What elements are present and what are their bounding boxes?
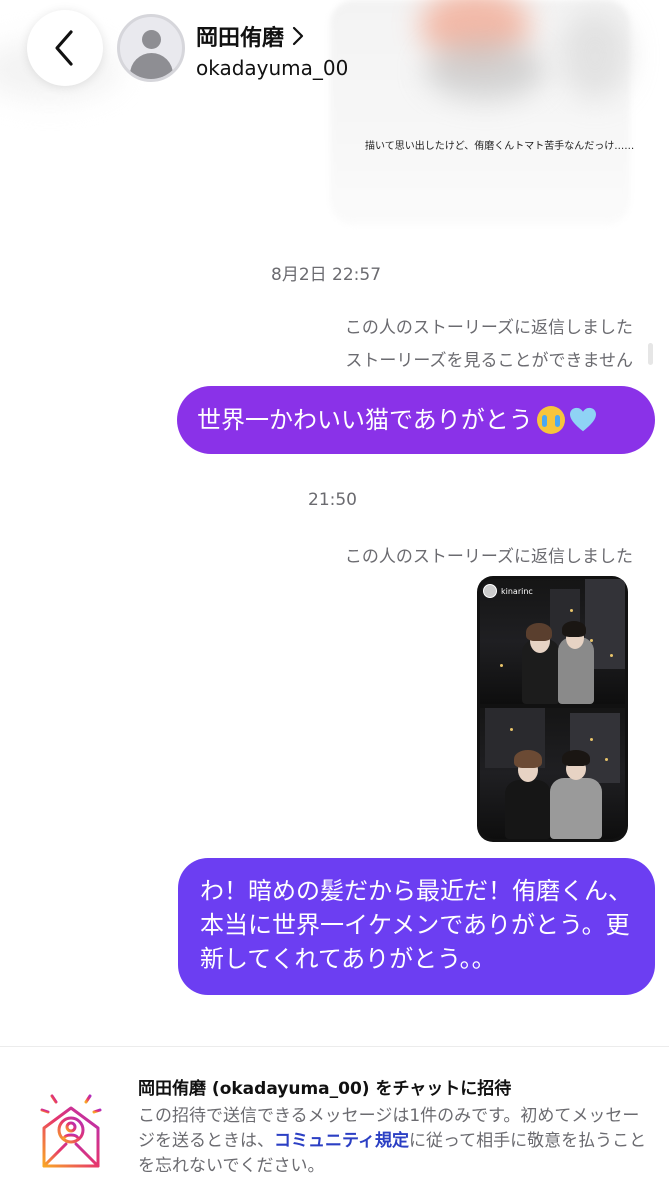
message-text: わ！暗めの髪だから最近だ！侑磨くん、本当に世界一イケメンでありがとう。更新してく…	[200, 877, 632, 973]
story-username: kinarinc	[501, 586, 533, 596]
story-photo	[480, 708, 625, 839]
avatar[interactable]	[117, 14, 185, 82]
profile-username: okadayuma_00	[196, 56, 349, 80]
profile-name-link[interactable]: 岡田侑磨	[196, 20, 304, 52]
profile-name: 岡田侑磨	[196, 26, 285, 51]
story-header: kinarinc	[483, 584, 533, 598]
message-text: 世界一かわいい猫でありがとう	[197, 406, 533, 434]
previous-story-blur-shape	[560, 10, 630, 100]
envelope-invite-icon	[40, 1088, 102, 1168]
previous-story-blur-shape	[425, 40, 545, 100]
message-bubble[interactable]: わ！暗めの髪だから最近だ！侑磨くん、本当に世界一イケメンでありがとう。更新してく…	[178, 858, 655, 995]
story-reply-note: この人のストーリーズに返信しました	[344, 318, 633, 338]
story-unavailable-note: ストーリーズを見ることができません	[345, 351, 633, 371]
message-bubble[interactable]: 世界一かわいい猫でありがとう	[177, 386, 655, 454]
loudly-crying-face-emoji	[536, 406, 565, 434]
story-reply-note: この人のストーリーズに返信しました	[344, 547, 633, 567]
community-guidelines-link[interactable]: コミュニティ規定	[274, 1131, 409, 1151]
message-timestamp: 8月2日 22:57	[271, 265, 382, 285]
story-avatar-icon	[483, 584, 497, 598]
footer-divider	[0, 1046, 669, 1047]
chevron-left-icon	[55, 30, 73, 66]
scroll-indicator	[648, 343, 653, 365]
invite-description: この招待で送信できるメッセージは1件のみです。初めてメッセージを送るときは、コミ…	[138, 1106, 647, 1176]
light-blue-heart-emoji	[569, 407, 596, 432]
story-thumbnail[interactable]: kinarinc	[477, 576, 628, 842]
previous-story-caption: 描いて思い出したけど、侑磨くんトマト苦手なんだっけ……	[365, 141, 635, 152]
default-avatar-icon	[142, 30, 161, 49]
back-button[interactable]	[27, 10, 103, 86]
invite-title: 岡田侑磨 (okadayuma_00) をチャットに招待	[138, 1079, 512, 1099]
chevron-right-icon	[292, 26, 304, 46]
message-timestamp: 21:50	[308, 490, 357, 510]
